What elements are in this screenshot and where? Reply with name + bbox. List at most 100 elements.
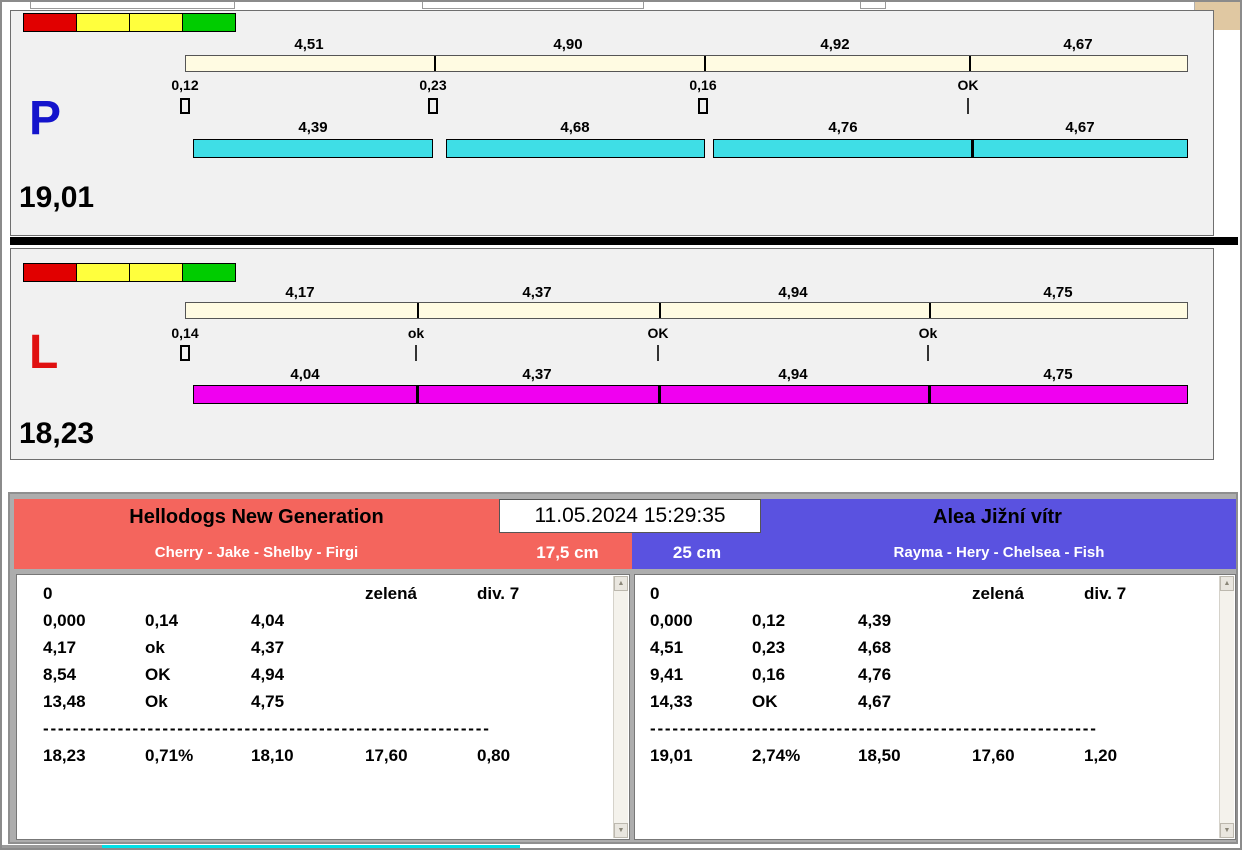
fault-time-value: 0,12 xyxy=(150,77,220,93)
scrollbar[interactable]: ▲ ▼ xyxy=(1219,576,1234,838)
fault-marker-line xyxy=(927,345,929,361)
results-text-left: 0 zelená div. 7 0,000 0,14 4,04 4,17 ok xyxy=(16,574,630,840)
fault-time-value: 0,14 xyxy=(150,325,220,341)
result-cell xyxy=(145,580,251,607)
totals-row: 18,23 0,71% 18,10 17,60 0,80 xyxy=(43,742,611,769)
result-cell: ok xyxy=(145,634,251,661)
jump-height-badge: 17,5 cm xyxy=(503,536,632,569)
split-time-value: 4,51 xyxy=(264,36,354,53)
fault-time-value: ok xyxy=(381,325,451,341)
result-cell: 14,33 xyxy=(650,688,752,715)
timing-window: P 19,01 4,51 4,90 4,92 4,67 0,12 0,23 0,… xyxy=(0,0,1242,850)
result-cell xyxy=(365,688,477,715)
result-cell: 4,94 xyxy=(251,661,365,688)
dog-time-bar-segment xyxy=(713,139,1188,158)
fault-time-value: 0,16 xyxy=(668,77,738,93)
scroll-down-button[interactable]: ▼ xyxy=(1220,823,1234,838)
result-cell: 0,000 xyxy=(650,607,752,634)
results-text-right: 0 zelená div. 7 0,000 0,12 4,39 4,51 0,2… xyxy=(634,574,1236,840)
scroll-down-button[interactable]: ▼ xyxy=(614,823,628,838)
dog-bar-divider xyxy=(416,385,419,404)
result-cell xyxy=(858,580,972,607)
result-cell: 19,01 xyxy=(650,742,752,769)
result-cell: Ok xyxy=(145,688,251,715)
scrollbar[interactable]: ▲ ▼ xyxy=(613,576,628,838)
dog-bar-divider xyxy=(658,385,661,404)
dog-bar-divider xyxy=(971,139,974,158)
lane-letter: P xyxy=(29,95,61,143)
background-window-edge xyxy=(30,2,235,9)
fault-time-value: Ok xyxy=(893,325,963,341)
result-row: 0 zelená div. 7 xyxy=(43,580,611,607)
result-cell: 8,54 xyxy=(43,661,145,688)
result-cell: 17,60 xyxy=(972,742,1084,769)
result-cell: div. 7 xyxy=(477,580,519,607)
scroll-up-button[interactable]: ▲ xyxy=(1220,576,1234,591)
result-row: 13,48 Ok 4,75 xyxy=(43,688,611,715)
result-cell: 0,23 xyxy=(752,634,858,661)
result-row: 4,51 0,23 4,68 xyxy=(650,634,1217,661)
result-cell: 4,37 xyxy=(251,634,365,661)
result-cell: 0 xyxy=(43,580,145,607)
split-tick xyxy=(969,56,971,71)
dog-time-value: 4,67 xyxy=(1035,119,1125,136)
result-cell: 2,74% xyxy=(752,742,858,769)
split-tick xyxy=(434,56,436,71)
lane-total-time: 18,23 xyxy=(19,419,94,449)
split-tick xyxy=(929,303,931,318)
result-cell xyxy=(251,580,365,607)
jump-height-badge: 25 cm xyxy=(632,536,762,569)
fault-marker-line xyxy=(967,98,969,114)
lane-panel-l: L 18,23 4,17 4,37 4,94 4,75 0,14 ok OK O… xyxy=(10,248,1214,460)
totals-row: 19,01 2,74% 18,50 17,60 1,20 xyxy=(650,742,1217,769)
lane-letter: L xyxy=(29,329,58,377)
result-cell: zelená xyxy=(972,580,1084,607)
dog-time-bar-segment xyxy=(193,139,433,158)
result-row: 4,17 ok 4,37 xyxy=(43,634,611,661)
fault-marker-box xyxy=(698,98,708,114)
traffic-light-yellow-1 xyxy=(76,13,130,32)
result-cell: OK xyxy=(145,661,251,688)
result-cell xyxy=(972,634,1084,661)
team-members: Cherry - Jake - Shelby - Firgi xyxy=(14,536,499,569)
fault-marker-line xyxy=(415,345,417,361)
split-time-value: 4,90 xyxy=(523,36,613,53)
fault-marker-box xyxy=(180,98,190,114)
team-members: Rayma - Hery - Chelsea - Fish xyxy=(762,536,1236,569)
traffic-light-red xyxy=(23,13,77,32)
result-cell: 0,12 xyxy=(752,607,858,634)
result-cell xyxy=(972,607,1084,634)
result-cell: 4,39 xyxy=(858,607,972,634)
result-cell: 4,17 xyxy=(43,634,145,661)
result-cell: 0,80 xyxy=(477,742,510,769)
lane-divider xyxy=(10,237,1238,245)
separator-line: ----------------------------------------… xyxy=(43,715,495,742)
split-tick xyxy=(417,303,419,318)
split-time-bar xyxy=(185,302,1188,319)
dog-time-value: 4,68 xyxy=(530,119,620,136)
lane-panel-p: P 19,01 4,51 4,90 4,92 4,67 0,12 0,23 0,… xyxy=(10,10,1214,236)
datetime-box: 11.05.2024 15:29:35 xyxy=(499,499,761,533)
result-cell: 17,60 xyxy=(365,742,477,769)
result-cell xyxy=(365,661,477,688)
traffic-light-red xyxy=(23,263,77,282)
result-cell: 18,23 xyxy=(43,742,145,769)
result-cell: 4,04 xyxy=(251,607,365,634)
fault-time-value: 0,23 xyxy=(398,77,468,93)
dog-time-value: 4,76 xyxy=(798,119,888,136)
result-cell xyxy=(365,607,477,634)
split-tick xyxy=(704,56,706,71)
background-window-edge xyxy=(860,2,886,9)
result-cell xyxy=(972,661,1084,688)
dog-time-value: 4,39 xyxy=(268,119,358,136)
separator-line: ----------------------------------------… xyxy=(650,715,1102,742)
result-cell: 0,16 xyxy=(752,661,858,688)
scroll-up-button[interactable]: ▲ xyxy=(614,576,628,591)
result-cell: 18,10 xyxy=(251,742,365,769)
result-row: 8,54 OK 4,94 xyxy=(43,661,611,688)
result-cell: 13,48 xyxy=(43,688,145,715)
results-board: Hellodogs New Generation Cherry - Jake -… xyxy=(8,492,1238,844)
background-window-edge xyxy=(422,2,644,9)
fault-time-value: OK xyxy=(623,325,693,341)
result-cell: zelená xyxy=(365,580,477,607)
